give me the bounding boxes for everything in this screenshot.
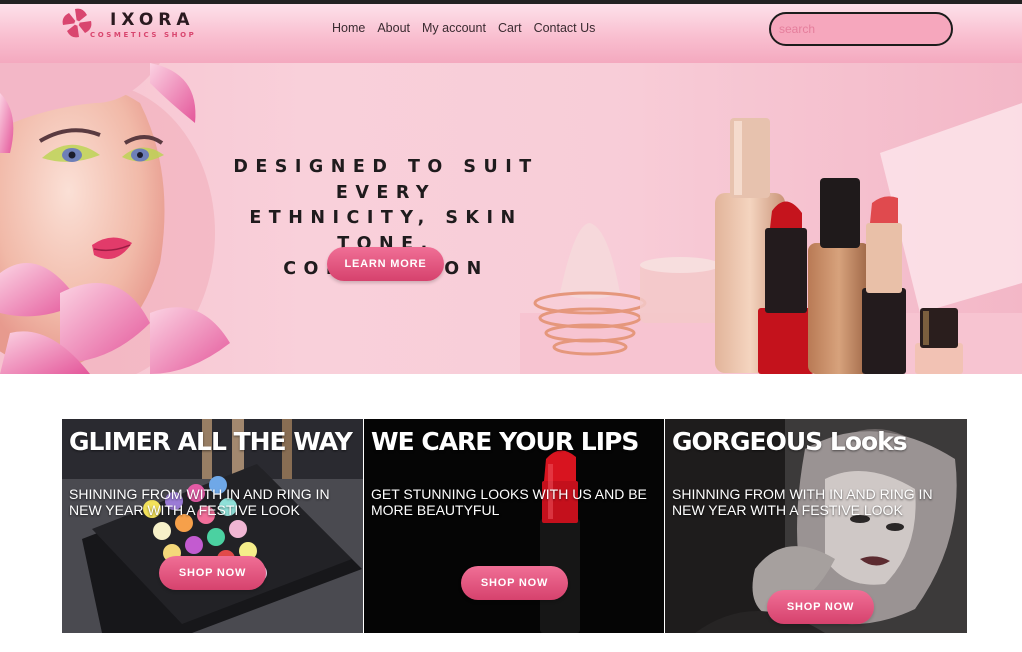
main-nav: Home About My account Cart Contact Us	[332, 21, 595, 35]
logo-name: IXORA	[110, 10, 195, 30]
search-input[interactable]	[769, 12, 953, 46]
card-title: GORGEOUS Looks	[672, 427, 908, 456]
nav-contact-us[interactable]: Contact Us	[534, 21, 596, 35]
shop-now-button[interactable]: SHOP NOW	[461, 566, 568, 600]
hero-banner: DESIGNED TO SUIT EVERY ETHNICITY, SKIN T…	[0, 63, 1022, 374]
card-text: GET STUNNING LOOKS WITH US AND BE MORE B…	[371, 486, 647, 518]
shop-now-button[interactable]: SHOP NOW	[767, 590, 874, 624]
logo[interactable]: IXORA COSMETICS SHOP	[58, 6, 228, 46]
nav-about[interactable]: About	[377, 21, 410, 35]
promo-cards: GLIMER ALL THE WAY SHINNING FROM WITH IN…	[62, 419, 967, 633]
site-header: IXORA COSMETICS SHOP Home About My accou…	[0, 4, 1022, 63]
learn-more-button[interactable]: LEARN MORE	[327, 247, 444, 281]
hero-title-line: DESIGNED TO SUIT EVERY	[233, 157, 539, 203]
promo-card-glimer: GLIMER ALL THE WAY SHINNING FROM WITH IN…	[62, 419, 363, 633]
shop-now-button[interactable]: SHOP NOW	[159, 556, 266, 590]
card-text: SHINNING FROM WITH IN AND RING IN NEW YE…	[672, 486, 933, 518]
nav-cart[interactable]: Cart	[498, 21, 522, 35]
nav-home[interactable]: Home	[332, 21, 365, 35]
card-title: GLIMER ALL THE WAY	[69, 427, 353, 456]
card-title: WE CARE YOUR LIPS	[371, 427, 639, 456]
promo-card-lips: WE CARE YOUR LIPS GET STUNNING LOOKS WIT…	[364, 419, 664, 633]
card-text: SHINNING FROM WITH IN AND RING IN NEW YE…	[69, 486, 330, 518]
nav-my-account[interactable]: My account	[422, 21, 486, 35]
logo-tagline: COSMETICS SHOP	[90, 31, 197, 39]
promo-card-gorgeous: GORGEOUS Looks SHINNING FROM WITH IN AND…	[665, 419, 967, 633]
